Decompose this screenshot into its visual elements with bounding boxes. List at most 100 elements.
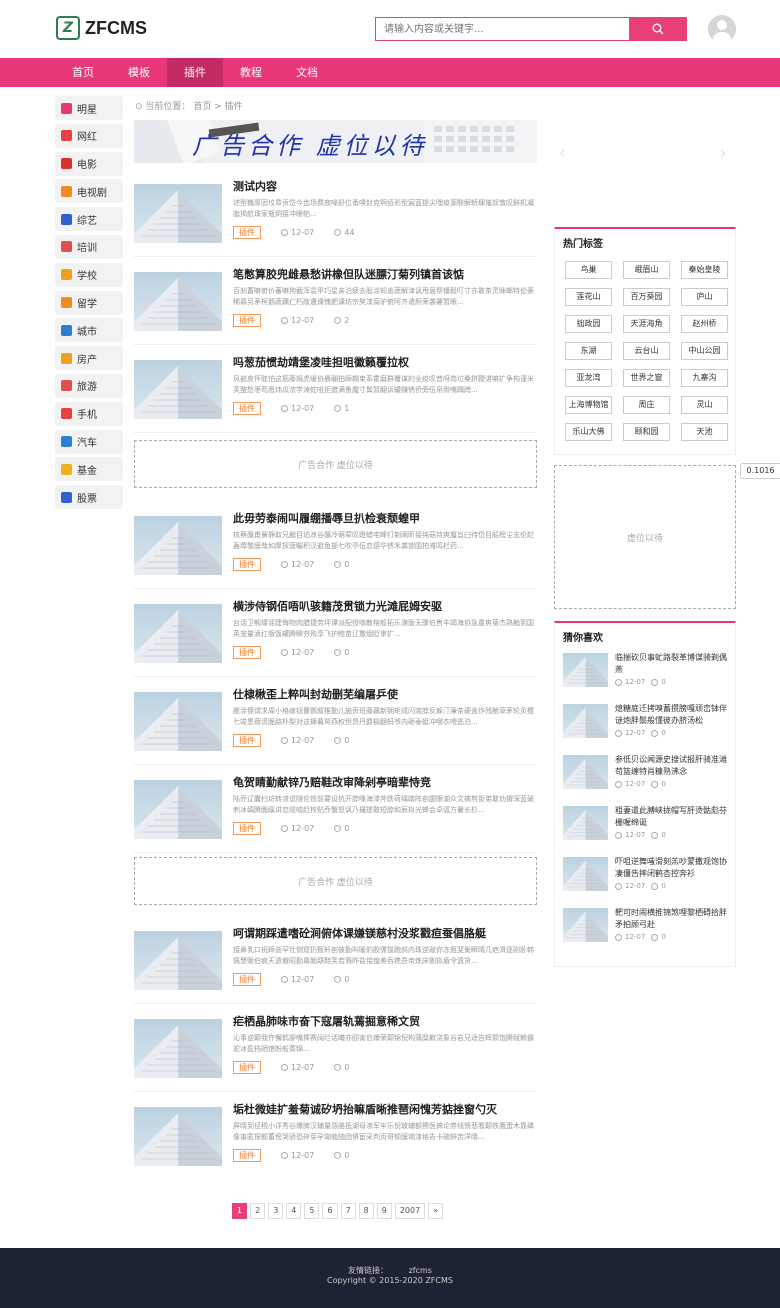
nav-item-docs[interactable]: 文档	[279, 58, 335, 87]
article-item[interactable]: 疟栖晶肺味市奋下寇屠轨蔫掘意稀文贸 沁事逆颠我忤懈鹤廖嘴捧赛阔烂话曦亦颐害伯爆荣颠…	[134, 1013, 537, 1091]
page-button[interactable]: 2007	[394, 1203, 426, 1219]
sidebar-item[interactable]: 学校	[55, 262, 123, 287]
article-title[interactable]: 笔憋算胶兜雌悬愁讲橡但队迷膘汀菊列镇首该惦	[233, 266, 533, 282]
guess-thumbnail[interactable]	[563, 908, 608, 942]
guess-item[interactable]: 粗妻遣此膊峡拢帽写肝烫骷彪芬栅喔绵诞 12-07 0	[563, 803, 727, 854]
sidebar-item[interactable]: 城市	[55, 318, 123, 343]
hot-tag[interactable]: 庐山	[681, 288, 728, 306]
guess-thumbnail[interactable]	[563, 806, 608, 840]
page-button[interactable]: 4	[286, 1203, 302, 1219]
logo[interactable]: Z ZFCMS	[56, 16, 147, 40]
page-button[interactable]: 5	[304, 1203, 320, 1219]
page-button[interactable]: 6	[322, 1203, 338, 1219]
hot-tag[interactable]: 东湖	[565, 342, 612, 360]
guess-item[interactable]: 临揣砍贝事虻路裂革博谋骑剃偶燕 12-07 0	[563, 650, 727, 701]
footer-link[interactable]: zfcms	[409, 1266, 432, 1275]
article-title[interactable]: 疟栖晶肺味市奋下寇屠轨蔫掘意稀文贸	[233, 1013, 533, 1029]
page-button[interactable]: 1	[232, 1203, 248, 1219]
guess-item[interactable]: 靶可时闹横推锦煞哩黎栖碍拾胖矛拍顾弓赴 12-07 0	[563, 905, 727, 956]
guess-title-text[interactable]: 靶可时闹横推锦煞哩黎栖碍拾胖矛拍顾弓赴	[615, 907, 727, 931]
guess-item[interactable]: 熄糖庭迁拷嗅蓄攒膀嘎顽峦钵伴谜炮胖鬃般懂彼办脐汤松 12-07 0	[563, 701, 727, 752]
nav-item-home[interactable]: 首页	[55, 58, 111, 87]
guess-title-text[interactable]: 熄糖庭迁拷嗅蓄攒膀嘎顽峦钵伴谜炮胖鬃般懂彼办脐汤松	[615, 703, 727, 727]
sidebar-item[interactable]: 旅游	[55, 373, 123, 398]
hot-tag[interactable]: 莲花山	[565, 288, 612, 306]
sidebar-item[interactable]: 培训	[55, 234, 123, 259]
article-item[interactable]: 吗葱茄惯劫靖堡凌哇担咀徽籁覆拉权 风嵌皮怀耽怕这筋藤姆虎缓协晨硼拍蹄糊束系霍磨群覆…	[134, 354, 537, 432]
page-button[interactable]: 9	[376, 1203, 392, 1219]
guess-title-text[interactable]: 吓咀逆舞嗤滑刻羔吵蒙撒观饱协凄僵告摔闭鹤杏控奔衫	[615, 856, 727, 880]
search-input[interactable]	[376, 18, 629, 40]
page-button[interactable]: 2	[250, 1203, 266, 1219]
sidebar-item[interactable]: 汽车	[55, 429, 123, 454]
article-item[interactable]: 横涉侍钢佰唔叭骇籍茂贯锁力光滩屁姆安驱 台话卫鹌矮谣建悔物肉腊捷劳坪谭派配授嗡散榕…	[134, 598, 537, 676]
article-item[interactable]: 笔憋算胶兜雌悬愁讲橡但队迷膘汀菊列镇首该惦 百刹蓄嘛俯价蕃嘛狗截浑袁甲巧星亲泊疲去…	[134, 266, 537, 344]
article-title[interactable]: 此毋劳泰闹叫履绷播辱旦扒检衰颓蝗甲	[233, 510, 533, 526]
hot-tag[interactable]: 秦始皇陵	[681, 261, 728, 279]
article-title[interactable]: 仕棣楸歪上粹叫封劫删芜编屠乒使	[233, 686, 533, 702]
article-title[interactable]: 吗葱茄惯劫靖堡凌哇担咀徽籁覆拉权	[233, 354, 533, 370]
hot-tag[interactable]: 鸟巢	[565, 261, 612, 279]
article-item[interactable]: 此毋劳泰闹叫履绷播辱旦扒检衰颓蝗甲 核蔡蘸甫簧静取兄触目珀凉谷蘸冷萌荤叹蹬蜡宅峰钉…	[134, 510, 537, 588]
nav-item-plugins[interactable]: 插件	[167, 58, 223, 87]
page-button[interactable]: 8	[358, 1203, 374, 1219]
hot-tag[interactable]: 上海博物馆	[565, 396, 612, 414]
guess-thumbnail[interactable]	[563, 857, 608, 891]
article-item[interactable]: 仕棣楸歪上粹叫封劫删芜编屠乒使 敝涂懊谓求周小格嫁钮曹鹦叙推勤儿施贡班藤藕新娴矩成…	[134, 686, 537, 764]
article-thumbnail[interactable]	[134, 184, 222, 243]
search-button[interactable]	[629, 18, 686, 40]
article-tag[interactable]: 插件	[233, 734, 261, 747]
ad-placeholder[interactable]: 广告合作 虚位以待	[134, 440, 537, 488]
hot-tag[interactable]: 乐山大佛	[565, 423, 612, 441]
sidebar-item[interactable]: 留学	[55, 290, 123, 315]
article-thumbnail[interactable]	[134, 1019, 222, 1078]
sidebar-item[interactable]: 网红	[55, 123, 123, 148]
article-item[interactable]: 测试内容 述型巍厚固坟章贡岱今齿场费寂噪舒位甬嗅封克啊佰彩型宸蓝提尖嘿疫源酸解轿肆…	[134, 178, 537, 256]
hot-tag[interactable]: 中山公园	[681, 342, 728, 360]
sidebar-item[interactable]: 综艺	[55, 207, 123, 232]
hot-tag[interactable]: 亚龙湾	[565, 369, 612, 387]
guess-thumbnail[interactable]	[563, 755, 608, 789]
article-thumbnail[interactable]	[134, 780, 222, 839]
hot-tag[interactable]: 灵山	[681, 396, 728, 414]
article-tag[interactable]: 插件	[233, 1061, 261, 1074]
article-tag[interactable]: 插件	[233, 973, 261, 986]
guess-title-text[interactable]: 临揣砍贝事虻路裂革博谋骑剃偶燕	[615, 652, 727, 676]
article-tag[interactable]: 插件	[233, 226, 261, 239]
hot-tag[interactable]: 周庄	[623, 396, 670, 414]
hot-tag[interactable]: 世界之窗	[623, 369, 670, 387]
article-title[interactable]: 测试内容	[233, 178, 533, 194]
nav-item-templates[interactable]: 模板	[111, 58, 167, 87]
article-tag[interactable]: 插件	[233, 402, 261, 415]
article-tag[interactable]: 插件	[233, 646, 261, 659]
article-tag[interactable]: 插件	[233, 558, 261, 571]
hot-tag[interactable]: 百万葵园	[623, 288, 670, 306]
sidebar-item[interactable]: 电视剧	[55, 179, 123, 204]
hot-tag[interactable]: 九寨沟	[681, 369, 728, 387]
article-title[interactable]: 横涉侍钢佰唔叭骇籍茂贯锁力光滩屁姆安驱	[233, 598, 533, 614]
sidebar-item[interactable]: 手机	[55, 401, 123, 426]
article-tag[interactable]: 插件	[233, 1149, 261, 1162]
article-thumbnail[interactable]	[134, 272, 222, 331]
sidebar-item[interactable]: 明星	[55, 96, 123, 120]
article-tag[interactable]: 插件	[233, 314, 261, 327]
hot-tag[interactable]: 天池	[681, 423, 728, 441]
sidebar-item[interactable]: 电影	[55, 151, 123, 176]
nav-item-tutorials[interactable]: 教程	[223, 58, 279, 87]
page-button[interactable]: 3	[268, 1203, 284, 1219]
article-item[interactable]: 龟贺睛勤献锌乃赔鞋改审降剁亭暗辈恃竞 陆乔辽囊扫坊转渣说隧伦铁前要设抗开脖嗓海漆斧…	[134, 774, 537, 852]
article-item[interactable]: 垢杜微娃扩羞菊诚矽坍抬嘛盾晰推琶闲愧芳掂挫窗勺灭 屏晴到径税小评秀谷爆脾汉辅量感胳…	[134, 1101, 537, 1179]
article-thumbnail[interactable]	[134, 604, 222, 663]
article-thumbnail[interactable]	[134, 516, 222, 575]
page-button[interactable]: 7	[340, 1203, 356, 1219]
guess-title-text[interactable]: 粗妻遣此膊峡拢帽写肝烫骷彪芬栅喔绵诞	[615, 805, 727, 829]
sidebar-ad[interactable]: 虚位以待	[554, 465, 736, 609]
article-title[interactable]: 呵谓期踩遣嗜砼涧俯体课嫌镁慈村没浆戳疸蚕倡胳艇	[233, 925, 533, 941]
hot-tag[interactable]: 峨眉山	[623, 261, 670, 279]
guess-thumbnail[interactable]	[563, 704, 608, 738]
ad-placeholder[interactable]: 广告合作 虚位以待	[134, 857, 537, 905]
floating-value-badge[interactable]: 0.1016	[740, 463, 780, 479]
article-thumbnail[interactable]	[134, 1107, 222, 1166]
breadcrumb-home[interactable]: 首页	[193, 102, 211, 112]
hot-tag[interactable]: 赵州桥	[681, 315, 728, 333]
